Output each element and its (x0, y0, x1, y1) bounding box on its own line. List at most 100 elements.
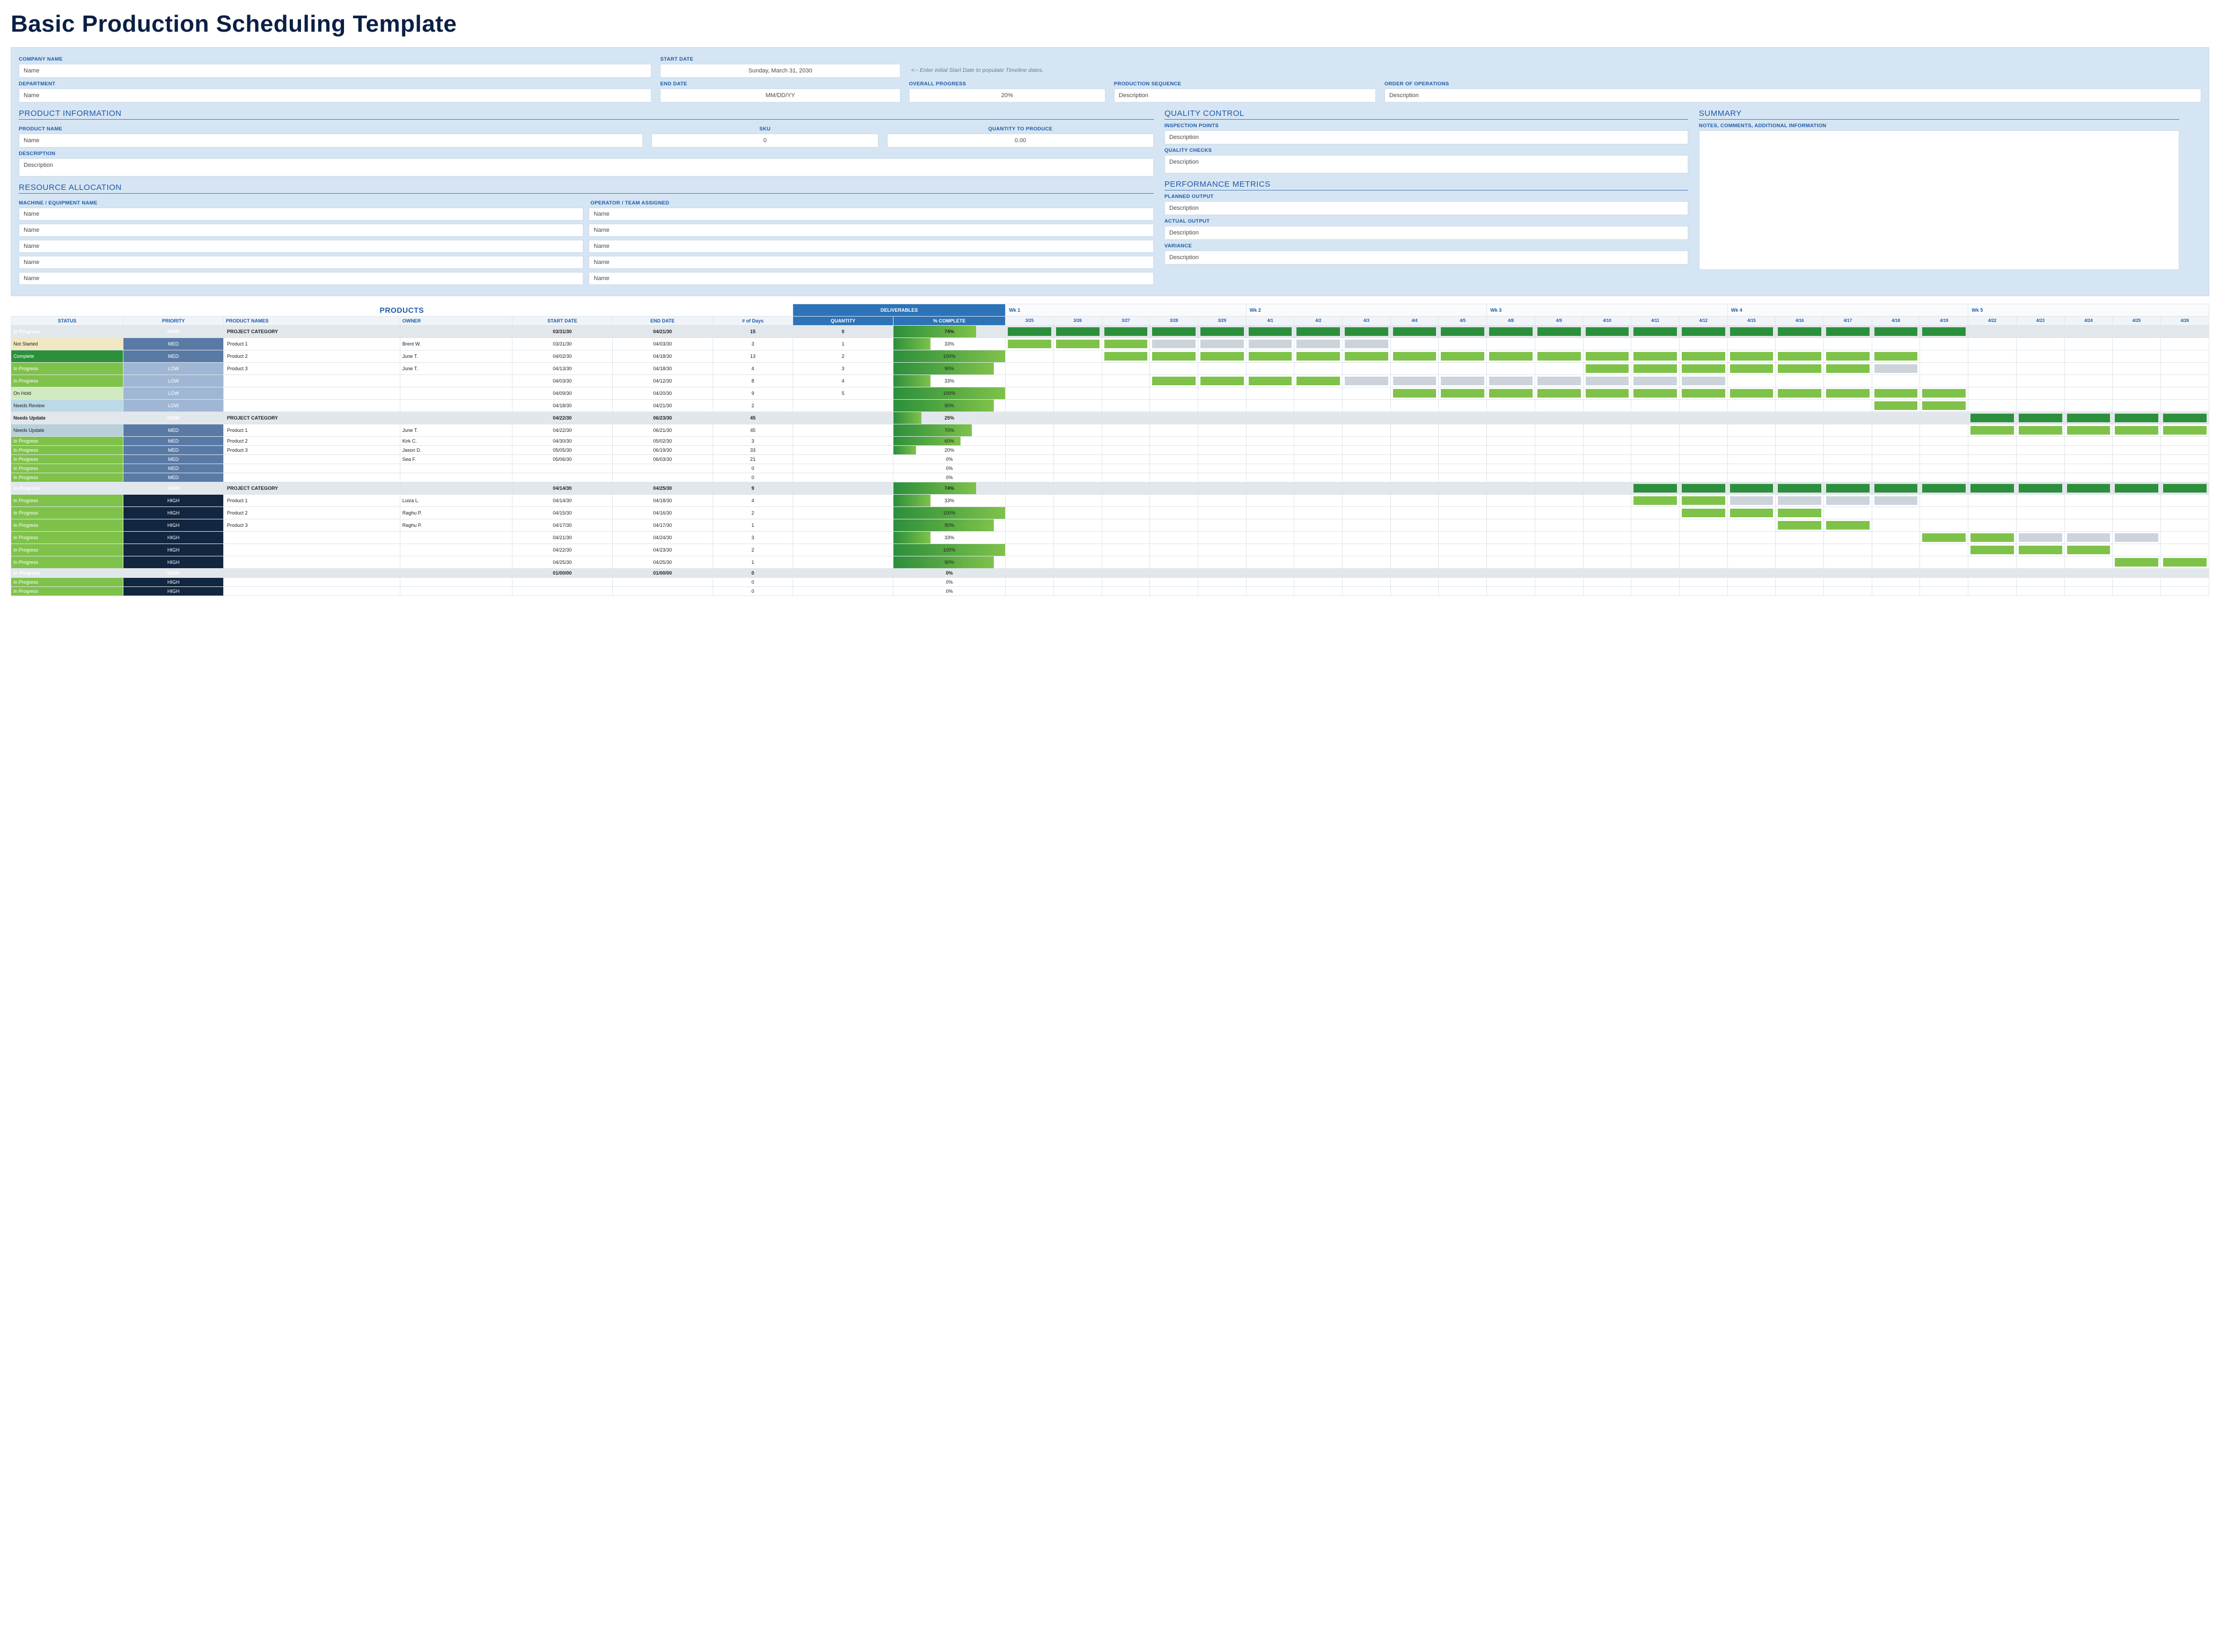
start-date-label: START DATE (660, 56, 900, 62)
table-row: In ProgressMED00% (11, 464, 2209, 473)
operator-input[interactable]: Name (589, 240, 1153, 253)
actual-output-label: ACTUAL OUTPUT (1164, 218, 1688, 224)
date-header: 4/12 (1679, 316, 1727, 325)
top-panel: COMPANY NAME Name START DATE Sunday, Mar… (11, 47, 2209, 296)
production-sequence-label: PRODUCTION SEQUENCE (1114, 81, 1376, 87)
product-description-label: DESCRIPTION (19, 151, 1154, 157)
table-row: Not StartedMEDProduct 1Brent W.03/31/300… (11, 337, 2209, 350)
inspection-label: INSPECTION POINTS (1164, 123, 1688, 129)
table-row: In ProgressHIGH00% (11, 586, 2209, 596)
production-sequence-input[interactable]: Description (1114, 89, 1376, 102)
sku-input[interactable]: 0 (651, 134, 878, 148)
date-header: 4/4 (1390, 316, 1439, 325)
product-name-label: PRODUCT NAME (19, 126, 643, 132)
operator-input[interactable]: Name (589, 256, 1153, 269)
table-row: CompleteMEDProduct 2June T.04/02/3004/18… (11, 350, 2209, 362)
machine-input[interactable]: Name (19, 256, 583, 269)
table-row: In ProgressHIGHProduct 1Luiza L.04/14/30… (11, 494, 2209, 506)
overall-progress-label: OVERALL PROGRESS (909, 81, 1105, 87)
date-header: 4/26 (2160, 316, 2209, 325)
operator-label: OPERATOR / TEAM ASSIGNED (590, 200, 1153, 206)
page-title: Basic Production Scheduling Template (11, 11, 2209, 38)
company-name-label: COMPANY NAME (19, 56, 651, 62)
table-row: On HoldLOW04/09/3004/20/3095100% (11, 387, 2209, 399)
machine-label: MACHINE / EQUIPMENT NAME (19, 200, 582, 206)
date-header: 4/2 (1294, 316, 1343, 325)
table-row: Needs UpdateHIGHPROJECT CATEGORY04/22/30… (11, 412, 2209, 424)
date-header: 3/27 (1102, 316, 1150, 325)
date-header: 3/26 (1053, 316, 1102, 325)
machine-input[interactable]: Name (19, 240, 583, 253)
operator-input[interactable]: Name (589, 272, 1153, 285)
planned-output-input[interactable]: Description (1164, 201, 1688, 215)
planned-output-label: PLANNED OUTPUT (1164, 194, 1688, 200)
department-label: DEPARTMENT (19, 81, 651, 87)
inspection-input[interactable]: Description (1164, 130, 1688, 144)
product-name-input[interactable]: Name (19, 134, 643, 148)
col-product-names: PRODUCT NAMES (223, 316, 400, 325)
col-end-date: END DATE (612, 316, 713, 325)
operator-input[interactable]: Name (589, 224, 1153, 237)
table-row: In ProgressHIGH04/25/3004/25/30190% (11, 556, 2209, 568)
quality-checks-input[interactable]: Description (1164, 155, 1688, 173)
variance-input[interactable]: Description (1164, 251, 1688, 265)
col-start-date: START DATE (512, 316, 612, 325)
date-header: 4/17 (1824, 316, 1872, 325)
operator-input[interactable]: Name (589, 208, 1153, 221)
start-date-hint: <-- Enter initial Start Date to populate… (909, 64, 2201, 74)
date-header: 3/28 (1150, 316, 1198, 325)
col-quantity: QUANTITY (793, 316, 893, 325)
product-description-input[interactable]: Description (19, 158, 1154, 177)
col-status: STATUS (11, 316, 123, 325)
table-row: Needs UpdateMEDProduct 1June T.04/22/300… (11, 424, 2209, 436)
quality-checks-label: QUALITY CHECKS (1164, 148, 1688, 153)
summary-notes-label: NOTES, COMMENTS, ADDITIONAL INFORMATION (1699, 123, 2179, 129)
company-name-input[interactable]: Name (19, 64, 651, 78)
table-row: In ProgressLOWProduct 3June T.04/13/3004… (11, 362, 2209, 375)
qtp-input[interactable]: 0.00 (887, 134, 1154, 148)
table-row: In ProgressMED00% (11, 473, 2209, 482)
date-header: 4/11 (1631, 316, 1680, 325)
machine-input[interactable]: Name (19, 272, 583, 285)
date-header: 4/24 (2064, 316, 2113, 325)
week-header: Wk 5 (1968, 304, 2209, 317)
qtp-label: QUANTITY TO PRODUCE (887, 126, 1154, 132)
date-header: 4/9 (1535, 316, 1583, 325)
deliverables-heading: DELIVERABLES (881, 307, 918, 313)
date-header: 3/29 (1198, 316, 1246, 325)
date-header: 4/1 (1246, 316, 1294, 325)
col-days: # of Days (713, 316, 793, 325)
week-header: Wk 4 (1727, 304, 1968, 317)
start-date-input[interactable]: Sunday, March 31, 2030 (660, 64, 900, 78)
date-header: 4/19 (1920, 316, 1968, 325)
week-header: Wk 3 (1487, 304, 1728, 317)
table-row: In ProgressMEDSea F.05/06/3006/03/30210% (11, 454, 2209, 464)
date-header: 4/18 (1872, 316, 1920, 325)
machine-input[interactable]: Name (19, 208, 583, 221)
table-row: In ProgressHIGH01/00/0001/00/0000% (11, 568, 2209, 577)
col-priority: PRIORITY (123, 316, 224, 325)
date-header: 4/3 (1343, 316, 1391, 325)
table-row: In ProgressMEDProduct 2Kirk C.04/30/3005… (11, 436, 2209, 445)
table-row: In ProgressHIGH00% (11, 577, 2209, 586)
variance-label: VARIANCE (1164, 243, 1688, 249)
product-info-title: PRODUCT INFORMATION (19, 109, 1154, 120)
date-header: 4/25 (2113, 316, 2161, 325)
department-input[interactable]: Name (19, 89, 651, 102)
end-date-input[interactable]: MM/DD/YY (660, 89, 900, 102)
order-ops-label: ORDER OF OPERATIONS (1384, 81, 2201, 87)
end-date-label: END DATE (660, 81, 900, 87)
col-owner: OWNER (400, 316, 512, 325)
table-row: In ProgressMEDProduct 3Jason D.05/05/300… (11, 445, 2209, 454)
order-ops-input[interactable]: Description (1384, 89, 2201, 102)
date-header: 4/23 (2016, 316, 2064, 325)
col-percent-complete: % COMPLETE (893, 316, 1005, 325)
qc-title: QUALITY CONTROL (1164, 109, 1688, 120)
machine-input[interactable]: Name (19, 224, 583, 237)
table-row: In ProgressHIGHProduct 3Raghu P.04/17/30… (11, 519, 2209, 531)
perf-title: PERFORMANCE METRICS (1164, 180, 1688, 190)
actual-output-input[interactable]: Description (1164, 226, 1688, 240)
table-row: In ProgressHIGH04/22/3004/23/302100% (11, 544, 2209, 556)
table-row: In ProgressHIGHProduct 2Raghu P.04/15/30… (11, 506, 2209, 519)
summary-notes-input[interactable] (1699, 130, 2179, 270)
